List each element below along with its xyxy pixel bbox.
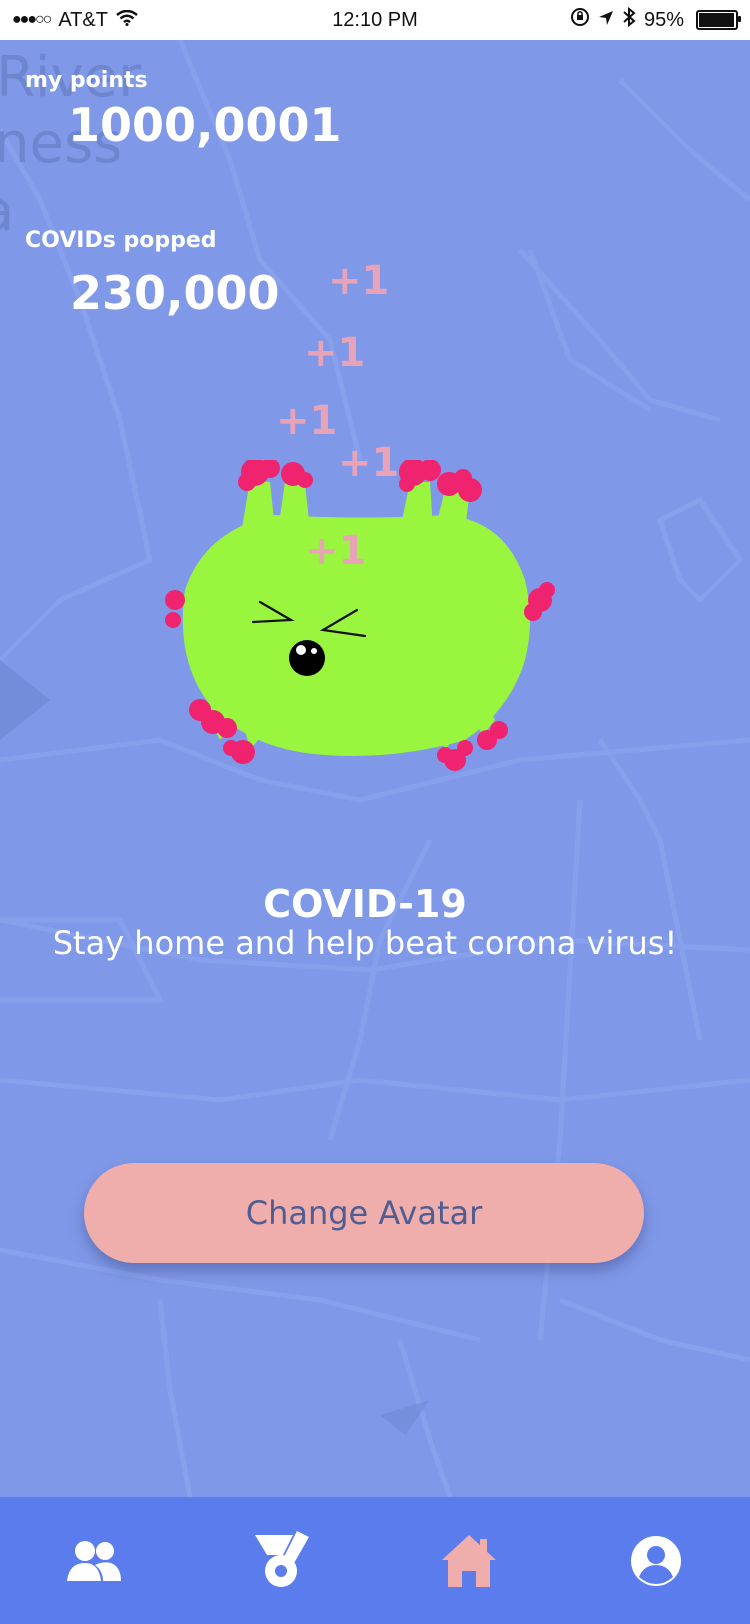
carrier-name: AT&T xyxy=(58,8,108,31)
battery-percent: 95% xyxy=(643,8,684,31)
orientation-lock-icon xyxy=(570,7,590,33)
plus-one-indicator: +1 xyxy=(276,398,338,444)
signal-strength: ●●●○○ xyxy=(12,11,52,28)
bottom-navigation xyxy=(0,1497,750,1624)
nav-home[interactable] xyxy=(375,1497,563,1624)
covids-popped-value: 230,000 xyxy=(70,266,280,320)
medal-icon[interactable] xyxy=(253,1530,310,1591)
location-arrow-icon xyxy=(598,9,614,32)
map-label: a xyxy=(0,179,14,244)
status-bar: ●●●○○ AT&T 12:10 PM 95% xyxy=(0,0,750,40)
nav-friends[interactable] xyxy=(0,1497,188,1624)
battery-icon xyxy=(696,10,741,30)
nav-profile[interactable] xyxy=(563,1497,750,1624)
virus-avatar[interactable] xyxy=(165,460,560,800)
plus-one-indicator: +1 xyxy=(328,258,390,304)
change-avatar-button[interactable]: Change Avatar xyxy=(84,1163,644,1263)
home-icon[interactable] xyxy=(440,1533,498,1589)
profile-icon[interactable] xyxy=(630,1535,682,1587)
plus-one-indicator: +1 xyxy=(304,330,366,376)
bluetooth-icon xyxy=(622,6,636,33)
character-title: COVID-19 xyxy=(263,882,467,926)
points-label: my points xyxy=(25,68,148,93)
covids-popped-label: COVIDs popped xyxy=(25,228,217,253)
wifi-icon xyxy=(116,9,138,32)
friends-icon[interactable] xyxy=(65,1539,123,1583)
points-value: 1000,0001 xyxy=(68,98,342,152)
plus-one-indicator: +1 xyxy=(305,528,367,574)
character-subtitle: Stay home and help beat corona virus! xyxy=(52,924,678,962)
nav-achievements[interactable] xyxy=(188,1497,376,1624)
